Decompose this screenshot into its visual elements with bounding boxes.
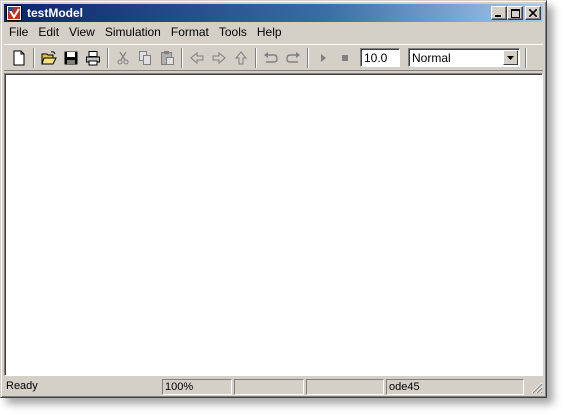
undo-button[interactable] [260,47,282,69]
status-bar: Ready 100% ode45 [4,378,543,395]
resize-grip-icon[interactable] [529,380,543,394]
toolbar-separator [255,47,257,68]
simulation-mode-value: Normal [412,50,451,65]
stop-simulation-button[interactable] [334,47,356,69]
undo-icon [264,51,278,63]
dropdown-button[interactable] [503,50,518,65]
copy-icon [139,50,151,65]
open-icon [41,50,57,64]
toolbar-separator [181,47,183,68]
open-button[interactable] [38,47,60,69]
cut-icon [117,51,129,64]
menu-tools[interactable]: Tools [214,24,252,41]
chevron-down-icon [507,55,514,60]
status-panel-empty [234,378,304,395]
forward-icon [212,51,226,64]
title-bar[interactable]: testModel [4,4,543,22]
model-window: testModel File Edit View Simulation Form… [0,0,547,398]
minimize-button[interactable] [491,6,507,20]
start-simulation-button[interactable] [312,47,334,69]
paste-button[interactable] [156,47,178,69]
print-button[interactable] [82,47,104,69]
menu-format[interactable]: Format [166,24,214,41]
redo-button[interactable] [282,47,304,69]
back-button[interactable] [186,47,208,69]
start-icon [321,53,326,62]
window-title: testModel [27,6,84,20]
up-icon [234,50,248,64]
save-button[interactable] [60,47,82,69]
paste-icon [161,50,174,65]
toolbar-separator [525,47,527,68]
simulation-mode-select[interactable]: Normal [408,48,520,67]
forward-button[interactable] [208,47,230,69]
toolbar: 10.0 Normal [4,44,543,71]
toolbar-separator [33,47,35,68]
menu-help[interactable]: Help [252,24,287,41]
print-icon [86,50,100,65]
status-solver: ode45 [386,378,524,395]
status-message: Ready [6,379,38,392]
model-canvas[interactable] [4,73,543,376]
new-button[interactable] [8,47,30,69]
minimize-icon [495,14,501,17]
status-panel-empty [306,378,384,395]
toolbar-separator [107,47,109,68]
menu-bar: File Edit View Simulation Format Tools H… [4,23,543,42]
stop-icon [342,54,348,61]
back-icon [190,51,204,64]
close-icon [529,9,537,17]
new-icon [13,50,25,65]
save-icon [64,51,78,64]
up-button[interactable] [230,47,252,69]
menu-file[interactable]: File [4,24,33,41]
status-zoom: 100% [162,378,232,395]
redo-icon [286,51,300,63]
cut-button[interactable] [112,47,134,69]
copy-button[interactable] [134,47,156,69]
toolbar-separator [307,47,309,68]
menu-edit[interactable]: Edit [33,24,64,41]
maximize-icon [510,8,520,18]
maximize-button[interactable] [507,6,523,20]
menu-view[interactable]: View [64,24,100,41]
close-button[interactable] [525,6,541,20]
stop-time-input[interactable]: 10.0 [360,48,400,67]
menu-simulation[interactable]: Simulation [100,24,166,41]
simulink-model-icon[interactable] [6,5,22,21]
